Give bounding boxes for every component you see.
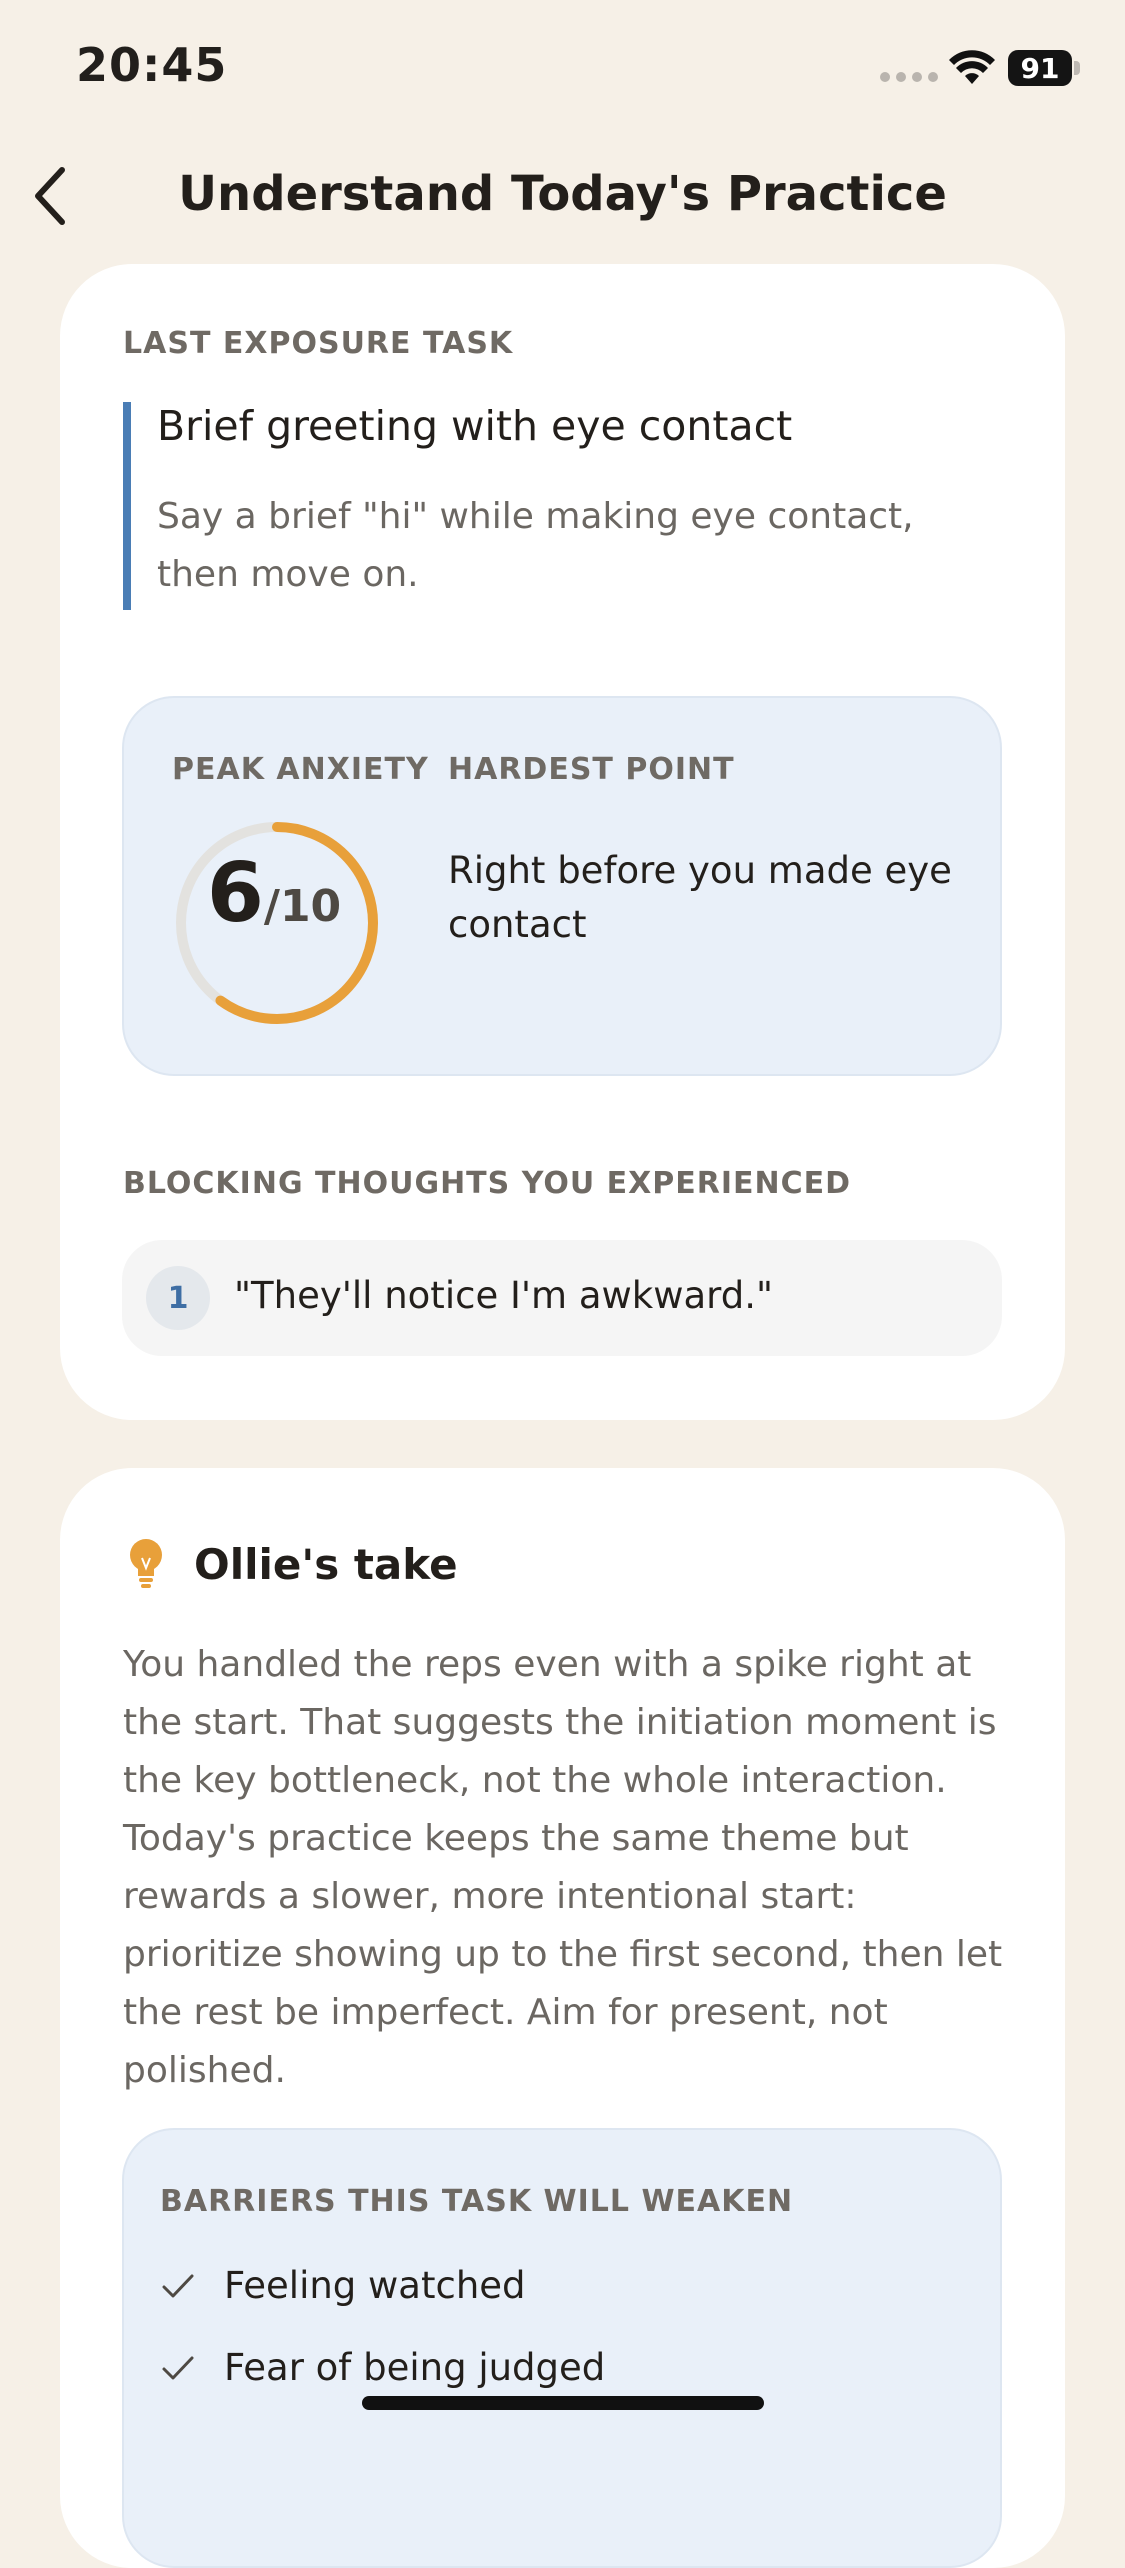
barrier-text: Fear of being judged [224,2346,606,2389]
lightbulb-icon [130,1539,162,1588]
list-item: 1 "They'll notice I'm awkward." [122,1240,1002,1356]
check-icon [162,2274,194,2297]
list-item: Feeling watched [160,2264,526,2307]
battery-cap [1074,61,1080,75]
battery-icon: 91 [1008,50,1072,86]
home-indicator [362,2396,764,2410]
wifi-icon [949,50,995,84]
thought-text: "They'll notice I'm awkward." [234,1274,773,1317]
cellular-signal-icon [880,72,938,82]
anxiety-score-scale: /10 [263,881,342,932]
back-button[interactable] [18,158,82,234]
status-bar: 20:45 91 [0,0,1125,140]
chevron-left-icon [35,167,65,225]
task-block: Brief greeting with eye contact Say a br… [123,402,1011,610]
metrics-panel: PEAK ANXIETY HARDEST POINT 6 /10 Right b… [122,696,1002,1076]
status-time: 20:45 [76,38,228,92]
task-description: Say a brief "hi" while making eye contac… [157,496,914,595]
hardest-point-label: HARDEST POINT [448,752,735,787]
last-exposure-card: LAST EXPOSURE TASK Brief greeting with e… [60,264,1065,1420]
ollie-take-body: You handled the reps even with a spike r… [123,1644,1003,2091]
page-title: Understand Today's Practice [178,166,947,222]
thought-index-badge: 1 [146,1266,210,1330]
task-title: Brief greeting with eye contact [157,402,793,450]
list-item: Fear of being judged [160,2346,605,2389]
check-icon [162,2356,194,2379]
barriers-panel: BARRIERS THIS TASK WILL WEAKEN Feeling w… [122,2128,1002,2568]
anxiety-score: 6 /10 [184,846,364,941]
peak-anxiety-label: PEAK ANXIETY [172,752,429,787]
last-exposure-label: LAST EXPOSURE TASK [123,326,514,361]
hardest-point-text: Right before you made eye contact [448,849,952,946]
blocking-thoughts-label: BLOCKING THOUGHTS YOU EXPERIENCED [123,1166,852,1201]
barrier-text: Feeling watched [224,2264,526,2307]
anxiety-score-value: 6 [206,846,264,941]
ollie-take-title: Ollie's take [194,1540,458,1589]
barriers-label: BARRIERS THIS TASK WILL WEAKEN [160,2184,794,2219]
